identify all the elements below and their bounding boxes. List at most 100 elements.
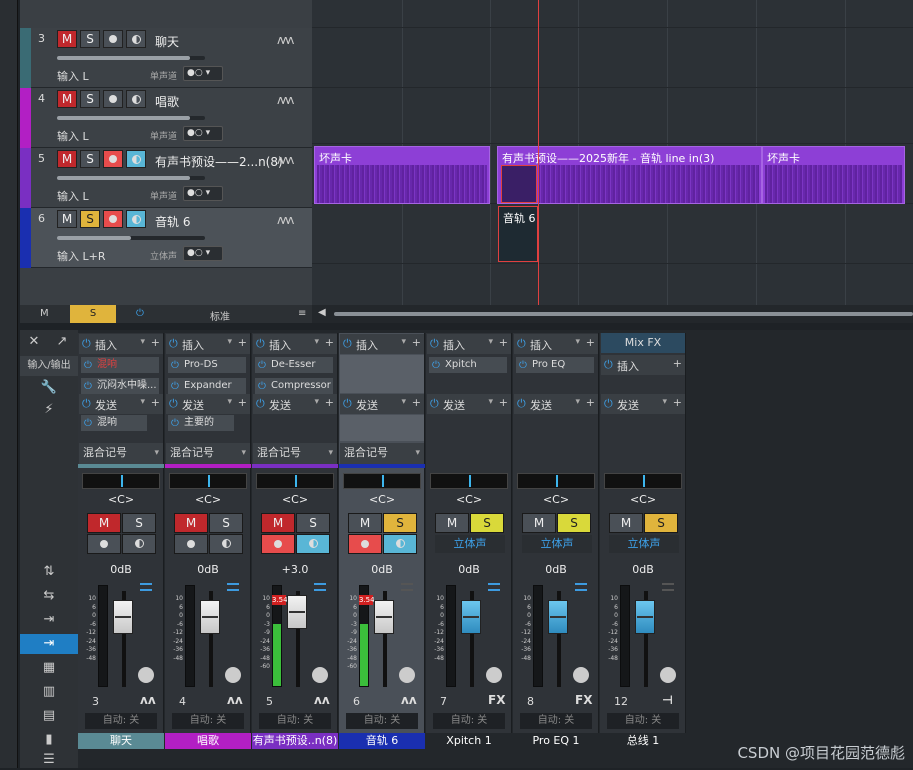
chevron-down-icon[interactable]: ▾ — [401, 337, 406, 347]
insert-slot[interactable]: ⏻ 沉闷水中噪... — [81, 378, 159, 394]
mute-button[interactable]: M — [57, 150, 77, 168]
track-header[interactable]: 5 M S 有声书预设——2...n(8) ʌʌʌ 输入 L 单声道 ●○ ▾ — [20, 148, 312, 208]
solo-button[interactable]: S — [644, 513, 678, 533]
volume-readout[interactable]: 0dB — [78, 563, 164, 576]
monitor-button[interactable] — [126, 90, 146, 108]
mute-all-button[interactable]: M — [40, 308, 49, 319]
add-send-icon[interactable]: + — [325, 396, 334, 409]
power-icon[interactable]: ⏻ — [84, 379, 92, 394]
record-arm-button[interactable] — [103, 210, 123, 228]
link-icon[interactable] — [227, 583, 239, 591]
send-slot[interactable]: ⏻ 混响 — [81, 415, 147, 431]
close-icon[interactable]: ✕ — [22, 332, 46, 352]
solo-all-button[interactable]: S — [70, 305, 116, 323]
listen-icon[interactable] — [225, 667, 241, 683]
grid-icon[interactable]: ▦ — [20, 658, 78, 678]
power-icon[interactable]: ⏻ — [169, 337, 178, 351]
track-input[interactable]: 输入 L+R — [57, 248, 106, 264]
track-name[interactable]: 音轨 6 — [155, 213, 190, 230]
record-arm-button[interactable] — [87, 534, 121, 554]
solo-button[interactable]: S — [470, 513, 504, 533]
send-header[interactable]: ⏻ 发送 ▾ + — [166, 394, 250, 414]
add-insert-icon[interactable]: + — [325, 336, 334, 349]
expand-icon[interactable]: ↗ — [50, 332, 74, 352]
power-icon[interactable]: ⏻ — [343, 397, 352, 411]
chevron-down-icon[interactable]: ▾ — [575, 337, 580, 347]
mute-button[interactable]: M — [57, 30, 77, 48]
monitor-button[interactable] — [122, 534, 156, 554]
monitor-button[interactable] — [209, 534, 243, 554]
record-arm-button[interactable] — [103, 90, 123, 108]
insert-slot[interactable]: ⏻ De-Esser — [255, 357, 333, 373]
audio-clip[interactable]: 有声书预设——2025新年 - 音轨 line in(3) — [497, 146, 762, 204]
wrench-icon[interactable]: 🔧 — [20, 378, 78, 398]
power-icon[interactable]: ⏻ — [604, 397, 613, 411]
track-input[interactable]: 输入 L — [57, 188, 89, 204]
add-insert-icon[interactable]: + — [151, 336, 160, 349]
solo-button[interactable]: S — [80, 210, 100, 228]
add-insert-icon[interactable]: + — [499, 336, 508, 349]
volume-fader[interactable] — [200, 600, 220, 634]
chevron-down-icon[interactable]: ▾ — [227, 337, 232, 347]
track-name[interactable]: 聊天 — [155, 33, 179, 50]
power-icon[interactable]: ⏻ — [82, 397, 91, 411]
power-icon[interactable]: ⏻ — [519, 358, 527, 373]
link-icon[interactable] — [314, 583, 326, 591]
keyboard-icon[interactable]: ▥ — [20, 682, 78, 702]
track-volume-slider[interactable] — [57, 176, 205, 180]
track-input[interactable]: 输入 L — [57, 68, 89, 84]
link-icon[interactable] — [401, 583, 413, 591]
volume-readout[interactable]: 0dB — [600, 563, 686, 576]
scroll-left-icon[interactable]: ◀ — [318, 307, 326, 318]
solo-button[interactable]: S — [122, 513, 156, 533]
track-header[interactable]: 6 M S 音轨 6 ʌʌʌ 输入 L+R 立体声 ●○ ▾ — [20, 208, 312, 268]
insert-header[interactable]: ⏻ 插入 ▾ + — [514, 334, 598, 354]
insert-slot[interactable]: ⏻ Pro EQ — [516, 357, 594, 373]
power-icon[interactable]: ⏻ — [256, 397, 265, 411]
power-icon[interactable]: ⏻ — [171, 416, 179, 431]
mixfx-header[interactable]: Mix FX — [601, 333, 685, 353]
input-toggle[interactable]: ●○ ▾ — [183, 66, 223, 81]
link-icon[interactable] — [662, 583, 674, 591]
insert-header[interactable]: ⏻ 插入 ▾ + — [253, 334, 337, 354]
peak-indicator[interactable]: 3.54 — [359, 595, 375, 605]
volume-fader[interactable] — [374, 600, 394, 634]
chevron-down-icon[interactable]: ▾ — [140, 397, 145, 407]
power-icon[interactable]: ⏻ — [430, 397, 439, 411]
power-icon[interactable]: ⏻ — [432, 358, 440, 373]
plug-icon[interactable]: ⚡ — [20, 400, 78, 420]
pan-control[interactable] — [430, 473, 508, 489]
send-slot[interactable]: ⏻ 主要的 — [168, 415, 234, 431]
add-send-icon[interactable]: + — [673, 396, 682, 409]
insert-slot[interactable]: ⏻ Compressor — [255, 378, 333, 394]
volume-readout[interactable]: +3.0 — [252, 563, 338, 576]
send-header[interactable]: ⏻ 发送 ▾ + — [79, 394, 163, 414]
peak-indicator[interactable]: 3.54 — [272, 595, 288, 605]
power-icon[interactable]: ⏻ — [84, 416, 92, 431]
mute-button[interactable]: M — [261, 513, 295, 533]
power-icon[interactable]: ⏻ — [258, 379, 266, 394]
listen-icon[interactable] — [573, 667, 589, 683]
mix-marker-select[interactable]: 混合记号 ▾ — [340, 443, 424, 465]
channel-name[interactable]: 音轨 6 — [339, 733, 425, 749]
chevron-down-icon[interactable]: ▾ — [227, 397, 232, 407]
channel-mode-button[interactable]: 立体声 — [522, 535, 592, 553]
channel-name[interactable]: 聊天 — [78, 733, 164, 749]
volume-fader[interactable] — [287, 595, 307, 629]
mute-button[interactable]: M — [348, 513, 382, 533]
input-toggle[interactable]: ●○ ▾ — [183, 186, 223, 201]
add-send-icon[interactable]: + — [238, 396, 247, 409]
mix-marker-select[interactable]: 混合记号 ▾ — [166, 443, 250, 465]
track-header[interactable]: 3 M S 聊天 ʌʌʌ 输入 L 单声道 ●○ ▾ — [20, 28, 312, 88]
collapse-icon[interactable]: ⇅ — [20, 562, 78, 582]
bars-icon[interactable]: ▮ — [20, 730, 78, 750]
mute-button[interactable]: M — [57, 90, 77, 108]
power-icon[interactable]: ⏻ — [82, 337, 91, 351]
channel-mode-button[interactable]: 立体声 — [435, 535, 505, 553]
track-input[interactable]: 输入 L — [57, 128, 89, 144]
insert-header[interactable]: ⏻ 插入 ▾ + — [79, 334, 163, 354]
mute-button[interactable]: M — [87, 513, 121, 533]
power-icon[interactable]: ⏻ — [171, 379, 179, 394]
channel-name[interactable]: 总线 1 — [600, 733, 686, 749]
automation-mode[interactable]: 自动: 关 — [346, 713, 418, 729]
